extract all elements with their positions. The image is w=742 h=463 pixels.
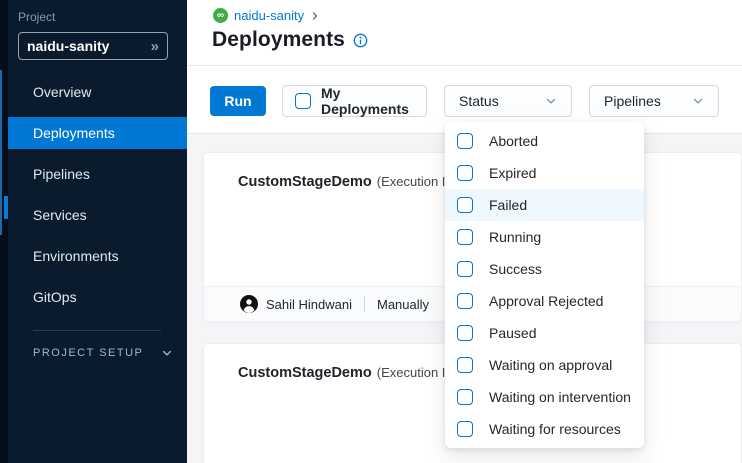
- my-deployments-checkbox[interactable]: [295, 93, 311, 109]
- module-rail: [0, 0, 8, 463]
- status-option-approval-rejected[interactable]: Approval Rejected: [445, 285, 644, 317]
- status-option-expired[interactable]: Expired: [445, 157, 644, 189]
- status-filter-label: Status: [459, 93, 499, 109]
- cd-module-icon: ∞: [213, 8, 228, 23]
- checkbox[interactable]: [457, 165, 473, 181]
- status-option-success[interactable]: Success: [445, 253, 644, 285]
- status-option-waiting-on-intervention[interactable]: Waiting on intervention: [445, 381, 644, 413]
- status-option-aborted[interactable]: Aborted: [445, 125, 644, 157]
- checkbox[interactable]: [457, 325, 473, 341]
- project-setup-toggle[interactable]: PROJECT SETUP: [33, 347, 173, 359]
- project-setup-label: PROJECT SETUP: [33, 347, 143, 359]
- checkbox[interactable]: [457, 229, 473, 245]
- sidebar-item-deployments[interactable]: Deployments: [8, 117, 187, 149]
- project-label: Project: [18, 10, 55, 24]
- chevron-down-icon: [161, 347, 173, 359]
- chevron-right-icon: [310, 11, 320, 21]
- status-dropdown-menu: Aborted Expired Failed Running Success A…: [445, 122, 644, 448]
- page-title-row: Deployments: [212, 28, 368, 52]
- status-option-running[interactable]: Running: [445, 221, 644, 253]
- sidebar-item-pipelines[interactable]: Pipelines: [8, 158, 187, 190]
- project-selector[interactable]: naidu-sanity »: [18, 32, 168, 60]
- triggered-by-user: Sahil Hindwani: [266, 297, 352, 312]
- rail-accent-line: [0, 70, 2, 235]
- sidebar-item-overview[interactable]: Overview: [8, 76, 187, 108]
- double-chevron-right-icon[interactable]: »: [151, 38, 159, 55]
- footer-separator: [364, 296, 365, 312]
- pipelines-filter-dropdown[interactable]: Pipelines: [589, 85, 719, 117]
- execution-id-text: (Execution Id: [377, 174, 453, 189]
- checkbox[interactable]: [457, 421, 473, 437]
- execution-id-text: (Execution Id: [377, 365, 453, 380]
- chevron-down-icon: [545, 95, 557, 107]
- pipeline-name: CustomStageDemo: [238, 174, 372, 190]
- checkbox[interactable]: [457, 389, 473, 405]
- breadcrumb: ∞ naidu-sanity: [213, 8, 320, 23]
- page-header: ∞ naidu-sanity Deployments: [187, 0, 742, 66]
- status-option-waiting-for-resources[interactable]: Waiting for resources: [445, 413, 644, 445]
- info-icon[interactable]: [353, 33, 368, 48]
- checkbox[interactable]: [457, 357, 473, 373]
- sidebar-item-gitops[interactable]: GitOps: [8, 281, 187, 313]
- user-avatar-icon: [240, 295, 258, 313]
- pipeline-name: CustomStageDemo: [238, 365, 372, 381]
- sidebar-item-environments[interactable]: Environments: [8, 240, 187, 272]
- status-filter-dropdown[interactable]: Status: [444, 85, 572, 117]
- status-option-failed[interactable]: Failed: [445, 189, 644, 221]
- checkbox[interactable]: [457, 133, 473, 149]
- page-title: Deployments: [212, 28, 345, 52]
- my-deployments-toggle[interactable]: My Deployments: [282, 85, 427, 117]
- app-window: Project naidu-sanity » Overview Deployme…: [0, 0, 742, 463]
- my-deployments-label: My Deployments: [321, 85, 414, 117]
- project-selector-value: naidu-sanity: [27, 38, 109, 54]
- checkbox[interactable]: [457, 197, 473, 213]
- sidebar-divider: [33, 330, 161, 331]
- breadcrumb-project-link[interactable]: naidu-sanity: [234, 8, 304, 23]
- checkbox[interactable]: [457, 261, 473, 277]
- project-sidebar: Project naidu-sanity » Overview Deployme…: [8, 0, 187, 463]
- sidebar-nav: Overview Deployments Pipelines Services …: [8, 76, 187, 322]
- status-option-waiting-on-approval[interactable]: Waiting on approval: [445, 349, 644, 381]
- checkbox[interactable]: [457, 293, 473, 309]
- sidebar-item-services[interactable]: Services: [8, 199, 187, 231]
- status-option-paused[interactable]: Paused: [445, 317, 644, 349]
- chevron-down-icon: [692, 95, 704, 107]
- run-button[interactable]: Run: [210, 86, 266, 116]
- trigger-type: Manually: [377, 297, 429, 312]
- pipelines-filter-label: Pipelines: [604, 93, 661, 109]
